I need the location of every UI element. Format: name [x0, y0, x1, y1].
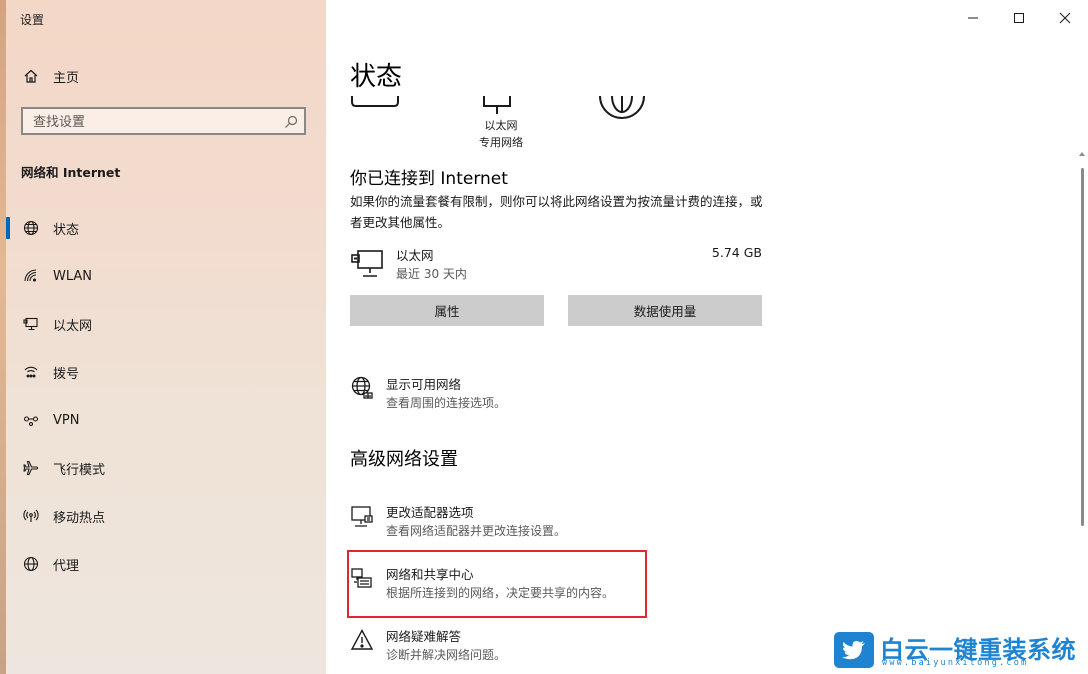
watermark-url: www.baiyunxitong.com — [882, 658, 1029, 668]
computer-icon — [351, 96, 399, 107]
data-usage-amount: 5.74 GB — [711, 245, 762, 260]
advanced-settings-heading: 高级网络设置 — [350, 449, 458, 470]
minimize-icon — [968, 17, 978, 19]
vpn-icon — [22, 411, 40, 429]
link-subtitle: 诊断并解决网络问题。 — [386, 648, 507, 662]
link-subtitle: 查看网络适配器并更改连接设置。 — [386, 524, 567, 538]
highlight-box — [347, 550, 647, 618]
maximize-icon — [1014, 13, 1024, 23]
home-label: 主页 — [53, 70, 80, 86]
sidebar-item-vpn[interactable]: VPN — [0, 396, 326, 444]
link-title: 网络疑难解答 — [386, 629, 462, 644]
ethernet-caption: 以太网 专用网络 — [466, 117, 536, 151]
section-title: 网络和 Internet — [21, 165, 121, 180]
sidebar-item-label: 飞行模式 — [53, 462, 106, 478]
data-usage-button[interactable]: 数据使用量 — [568, 295, 762, 326]
hotspot-icon — [22, 507, 40, 525]
main-content: 状态 以太网 专用网络 你已连接到 Internet 如果你的流量套餐有限制，则… — [326, 0, 1088, 674]
close-icon — [1059, 12, 1071, 24]
ethernet-label: 以太网 — [484, 119, 518, 132]
link-title: 更改适配器选项 — [386, 505, 474, 520]
properties-button[interactable]: 属性 — [350, 295, 544, 326]
scroll-up-arrow-icon[interactable] — [1078, 150, 1086, 158]
home-icon — [22, 67, 40, 85]
sidebar-item-airplane[interactable]: 飞行模式 — [0, 444, 326, 492]
adapter-name: 以太网 — [396, 248, 434, 263]
globe-network-icon — [350, 376, 374, 400]
ethernet-adapter-icon — [350, 249, 384, 279]
scrollbar-thumb[interactable] — [1081, 168, 1084, 526]
dialup-icon — [22, 363, 40, 381]
sidebar-item-label: VPN — [53, 412, 80, 428]
link-subtitle: 查看周围的连接选项。 — [386, 396, 507, 410]
sidebar-nav: 状态 WLAN 以太网 拨号 VPN 飞行模式 移动热点 代理 — [0, 204, 326, 588]
search-box — [21, 107, 306, 135]
window-controls — [950, 0, 1088, 36]
warning-icon — [350, 628, 374, 652]
search-icon[interactable] — [284, 114, 298, 128]
connection-status-description: 如果你的流量套餐有限制，则你可以将此网络设置为按流量计费的连接，或者更改其他属性… — [350, 194, 763, 230]
network-troubleshooter-link[interactable]: 网络疑难解答 诊断并解决网络问题。 — [350, 626, 730, 666]
adapter-row: 以太网 最近 30 天内 5.74 GB — [350, 243, 762, 283]
internet-globe-icon — [599, 96, 645, 119]
ethernet-node-icon — [483, 96, 511, 114]
globe-icon — [22, 555, 40, 573]
adapter-icon — [350, 504, 374, 528]
connection-status-title: 你已连接到 Internet — [350, 169, 508, 189]
close-button[interactable] — [1042, 0, 1088, 36]
network-status-diagram — [351, 96, 645, 119]
settings-window: 设置 主页 网络和 Internet — [0, 0, 1088, 674]
twitter-bird-logo-icon — [834, 632, 874, 668]
sidebar-item-proxy[interactable]: 代理 — [0, 540, 326, 588]
adapter-period: 最近 30 天内 — [396, 267, 467, 281]
wifi-icon — [22, 267, 40, 285]
sidebar-item-dialup[interactable]: 拨号 — [0, 348, 326, 396]
page-title: 状态 — [350, 62, 403, 92]
sidebar-item-label: WLAN — [53, 268, 93, 284]
show-available-networks-link[interactable]: 显示可用网络 查看周围的连接选项。 — [350, 374, 730, 414]
airplane-icon — [22, 459, 40, 477]
app-title: 设置 — [20, 13, 45, 27]
sidebar-item-label: 代理 — [53, 558, 80, 574]
maximize-button[interactable] — [996, 0, 1042, 36]
watermark: 白云一键重装系统 www.baiyunxitong.com — [834, 628, 1088, 674]
search-input[interactable] — [31, 112, 275, 132]
sidebar-item-wlan[interactable]: WLAN — [0, 252, 326, 300]
ethernet-icon — [22, 315, 40, 333]
sidebar-item-label: 拨号 — [53, 366, 80, 382]
sidebar-item-status[interactable]: 状态 — [0, 204, 326, 252]
sidebar-item-label: 以太网 — [53, 318, 93, 334]
change-adapter-options-link[interactable]: 更改适配器选项 查看网络适配器并更改连接设置。 — [350, 502, 730, 542]
globe-icon — [22, 219, 40, 237]
sidebar: 设置 主页 网络和 Internet — [0, 0, 326, 674]
sidebar-home[interactable]: 主页 — [22, 64, 79, 88]
sidebar-item-ethernet[interactable]: 以太网 — [0, 300, 326, 348]
sidebar-item-hotspot[interactable]: 移动热点 — [0, 492, 326, 540]
minimize-button[interactable] — [950, 0, 996, 36]
network-type-label: 专用网络 — [479, 136, 523, 149]
sidebar-item-label: 状态 — [53, 222, 80, 238]
sidebar-item-label: 移动热点 — [53, 510, 106, 526]
link-title: 显示可用网络 — [386, 377, 462, 392]
